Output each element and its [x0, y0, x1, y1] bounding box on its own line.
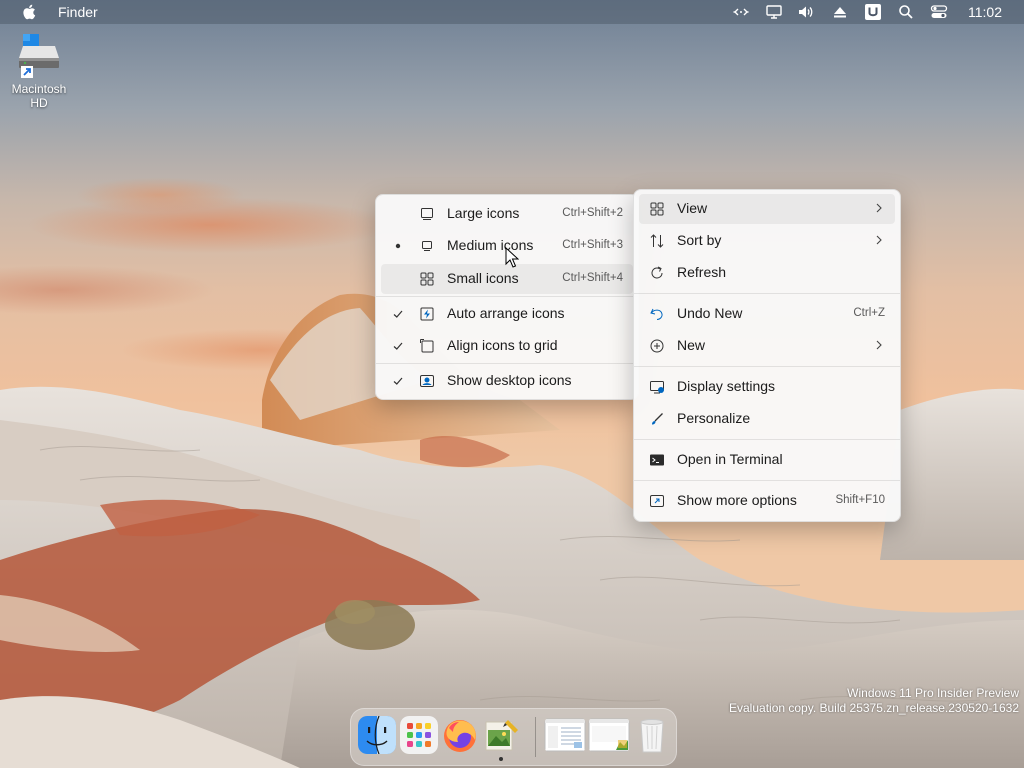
- menu-item-display-settings[interactable]: Display settings: [639, 372, 895, 402]
- menu-item-label: Sort by: [677, 232, 722, 248]
- menu-separator: [634, 366, 900, 367]
- more-options-icon: [650, 495, 664, 507]
- undo-icon: [650, 308, 663, 320]
- menu-bar: Finder 11:02: [0, 0, 1024, 24]
- menu-item-label: Show more options: [677, 492, 797, 508]
- menu-item-shortcut: Shift+F10: [835, 494, 885, 506]
- menu-item-shortcut: Ctrl+Shift+3: [562, 239, 623, 251]
- menu-item-label: Auto arrange icons: [447, 305, 565, 321]
- refresh-icon: [651, 266, 663, 279]
- apple-icon[interactable]: [22, 3, 38, 21]
- bullet-icon: [395, 243, 401, 249]
- firefox-icon[interactable]: [441, 716, 479, 754]
- menu-item-label: Personalize: [677, 410, 751, 426]
- menu-item-sort-by[interactable]: Sort by: [639, 226, 895, 256]
- show-desktop-icon: [420, 375, 434, 387]
- display-icon[interactable]: [765, 3, 783, 21]
- check-icon: [393, 342, 403, 350]
- menu-item-shortcut: Ctrl+Z: [853, 307, 885, 319]
- watermark-line-1: Windows 11 Pro Insider Preview: [847, 686, 1019, 700]
- menu-separator: [634, 480, 900, 481]
- desktop-context-menu: View Sort by Refresh Undo New Ctrl+Z New…: [633, 189, 901, 522]
- small-icons-icon: [420, 272, 434, 286]
- menu-item-open-terminal[interactable]: Open in Terminal: [639, 445, 895, 475]
- view-submenu: Large icons Ctrl+Shift+2 Medium icons Ct…: [375, 194, 639, 400]
- menu-item-label: Small icons: [447, 270, 519, 286]
- display-settings-icon: [650, 381, 664, 394]
- control-center-icon[interactable]: [930, 3, 948, 21]
- large-icons-icon: [421, 208, 433, 220]
- chevron-right-icon: [876, 203, 882, 213]
- menu-item-label: View: [677, 200, 708, 216]
- auto-arrange-icon: [420, 307, 434, 321]
- menu-item-view[interactable]: View: [639, 194, 895, 224]
- dock-separator: [535, 717, 536, 757]
- volume-icon[interactable]: [797, 3, 815, 21]
- menu-item-show-desktop-icons[interactable]: Show desktop icons: [381, 366, 633, 396]
- mouse-cursor-icon: [505, 247, 519, 268]
- chevron-right-icon: [876, 235, 882, 245]
- menu-separator: [634, 293, 900, 294]
- chevron-right-icon: [876, 340, 882, 350]
- menu-item-align-grid[interactable]: Align icons to grid: [381, 331, 633, 361]
- menu-separator: [376, 363, 638, 364]
- finder-icon[interactable]: [358, 716, 396, 754]
- menu-item-new[interactable]: New: [639, 331, 895, 361]
- desktop-icon-macintosh-hd[interactable]: Macintosh HD: [8, 32, 70, 110]
- menu-item-shortcut: Ctrl+Shift+2: [562, 207, 623, 219]
- menu-item-label: Large icons: [447, 205, 520, 221]
- eject-icon[interactable]: [831, 3, 849, 21]
- window-thumbnail-icon[interactable]: [544, 716, 586, 754]
- menu-item-label: New: [677, 337, 706, 353]
- menu-separator: [376, 296, 638, 297]
- active-app-name[interactable]: Finder: [58, 4, 98, 20]
- menu-item-label: Undo New: [677, 305, 743, 321]
- menu-item-label: Show desktop icons: [447, 372, 572, 388]
- menu-item-auto-arrange[interactable]: Auto arrange icons: [381, 299, 633, 329]
- menu-item-label: Medium icons: [447, 237, 534, 253]
- launchpad-icon[interactable]: [400, 716, 438, 754]
- align-grid-icon: [420, 339, 434, 353]
- brush-icon: [652, 413, 663, 425]
- menu-item-label: Open in Terminal: [677, 451, 783, 467]
- trash-icon[interactable]: [633, 716, 671, 754]
- dock: [350, 708, 677, 766]
- menu-item-shortcut: Ctrl+Shift+4: [562, 272, 623, 284]
- menu-item-label: Align icons to grid: [447, 337, 558, 353]
- check-icon: [393, 377, 403, 385]
- menu-item-show-more-options[interactable]: Show more options Shift+F10: [639, 486, 895, 516]
- sort-icon: [650, 234, 664, 248]
- check-icon: [393, 310, 403, 318]
- image-editor-icon[interactable]: [482, 716, 520, 754]
- menu-item-large-icons[interactable]: Large icons Ctrl+Shift+2: [381, 199, 633, 229]
- terminal-icon: [650, 454, 664, 466]
- medium-icons-icon: [422, 241, 432, 251]
- u-icon[interactable]: [864, 3, 882, 21]
- remote-desktop-icon[interactable]: [732, 3, 750, 21]
- menu-item-refresh[interactable]: Refresh: [639, 258, 895, 288]
- running-indicator: [499, 757, 503, 761]
- desktop-icon-label: Macintosh HD: [11, 82, 67, 110]
- search-icon[interactable]: [897, 3, 915, 21]
- grid-icon: [650, 202, 664, 216]
- new-icon: [650, 339, 664, 353]
- menubar-clock[interactable]: 11:02: [968, 4, 1002, 20]
- menu-separator: [634, 439, 900, 440]
- menu-item-undo-new[interactable]: Undo New Ctrl+Z: [639, 299, 895, 329]
- hard-drive-icon: [15, 32, 63, 80]
- menu-item-label: Refresh: [677, 264, 727, 280]
- menu-item-personalize[interactable]: Personalize: [639, 404, 895, 434]
- watermark-line-2: Evaluation copy. Build 25375.zn_release.…: [729, 701, 1019, 715]
- window-thumbnail-icon[interactable]: [588, 716, 630, 754]
- menu-item-label: Display settings: [677, 378, 776, 394]
